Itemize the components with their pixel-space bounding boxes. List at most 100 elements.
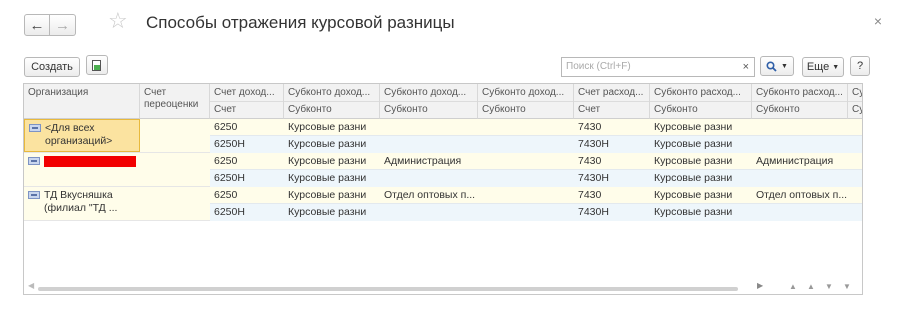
income-subconto-cell[interactable]: Курсовые разни <box>284 170 380 186</box>
column-header-label: Счет доход... <box>214 87 275 98</box>
expense-account-cell[interactable]: 7430Н <box>574 170 650 186</box>
column-header-expense-subconto-2[interactable]: Субконто расход... Субконто <box>752 84 848 119</box>
star-icon[interactable]: ☆ <box>108 10 128 32</box>
column-header-income-account[interactable]: Счет доход... Счет <box>210 84 284 119</box>
column-header-label: Организация <box>28 87 89 98</box>
organization-name: ТД Вкусняшка <box>44 189 113 201</box>
organization-name: <Для всех <box>45 122 95 134</box>
scroll-right-arrow-icon[interactable]: ▶ <box>757 281 763 290</box>
chevron-down-icon: ▼ <box>781 62 788 70</box>
close-icon[interactable]: × <box>874 13 882 29</box>
expense-account-cell[interactable]: 7430Н <box>574 204 650 220</box>
income-subconto-cell[interactable] <box>478 119 574 135</box>
expense-subconto-cell[interactable]: Курсовые разни <box>650 204 752 220</box>
column-header-label: Счет <box>144 87 167 98</box>
column-header-label: Субконто доход... <box>482 87 565 98</box>
column-header-label: Субконто <box>288 104 332 115</box>
table-row[interactable]: 6250 Курсовые разни Администрация 7430 К… <box>24 153 862 187</box>
data-table: Организация Счет переоценки Счет доход..… <box>23 83 863 295</box>
organization-name-cont: организаций> <box>45 135 113 147</box>
column-header-expense-subconto-3[interactable]: Су Су <box>848 84 862 119</box>
expense-subconto-cell[interactable]: Курсовые разни <box>650 170 752 186</box>
expense-account-cell[interactable]: 7430Н <box>574 136 650 152</box>
organization-icon <box>29 124 41 132</box>
history-navigation: ← → <box>24 14 76 36</box>
expense-subconto-cell[interactable]: Курсовые разни <box>650 119 752 135</box>
income-account-cell[interactable]: 6250Н <box>210 170 284 186</box>
income-subconto-cell[interactable]: Курсовые разни <box>284 153 380 169</box>
more-label: Еще <box>806 61 830 73</box>
back-button[interactable]: ← <box>24 14 50 36</box>
column-header-expense-account[interactable]: Счет расход... Счет <box>574 84 650 119</box>
table-row[interactable]: ТД Вкусняшка (филиал "ТД ... 6250 Курсов… <box>24 187 862 221</box>
expense-subconto-cell[interactable]: Курсовые разни <box>650 136 752 152</box>
column-header-label: Субконто <box>384 104 428 115</box>
column-header-label: Субконто расход... <box>654 87 741 98</box>
column-header-label: Счет расход... <box>578 87 644 98</box>
help-button[interactable]: ? <box>850 56 870 76</box>
column-header-label: Субконто <box>654 104 698 115</box>
redacted-organization-name <box>44 155 136 167</box>
column-header-label: Субконто <box>482 104 526 115</box>
go-to-first-icon[interactable]: ▲ <box>786 281 800 293</box>
page-title: Способы отражения курсовой разницы <box>146 13 455 32</box>
income-subconto-cell[interactable]: Курсовые разни <box>284 119 380 135</box>
page-up-icon[interactable]: ▲ <box>804 281 818 293</box>
expense-subconto-cell[interactable]: Отдел оптовых п... <box>752 187 848 203</box>
income-account-cell[interactable]: 6250 <box>210 119 284 135</box>
table-row[interactable]: <Для всех организаций> 6250 Курсовые раз… <box>24 119 862 153</box>
forward-button[interactable]: → <box>50 14 76 36</box>
column-header-income-subconto-2[interactable]: Субконто доход... Субконто <box>380 84 478 119</box>
organization-icon <box>28 157 40 165</box>
column-header-organization[interactable]: Организация <box>24 84 140 119</box>
search-placeholder: Поиск (Ctrl+F) <box>566 61 631 72</box>
scroll-left-arrow-icon[interactable]: ◀ <box>28 281 34 290</box>
more-button[interactable]: Еще ▼ <box>802 57 844 77</box>
income-account-cell[interactable]: 6250Н <box>210 204 284 220</box>
copy-document-button[interactable] <box>86 55 108 75</box>
column-header-label: Субконто доход... <box>384 87 467 98</box>
column-header-label: Субконто <box>756 104 800 115</box>
column-header-income-subconto-1[interactable]: Субконто доход... Субконто <box>284 84 380 119</box>
clear-search-icon[interactable]: × <box>743 58 749 76</box>
column-header-label: Су <box>852 87 862 98</box>
arrow-left-icon: ← <box>29 16 45 34</box>
expense-account-cell[interactable]: 7430 <box>574 187 650 203</box>
column-header-expense-subconto-1[interactable]: Субконто расход... Субконто <box>650 84 752 119</box>
income-account-cell[interactable]: 6250 <box>210 187 284 203</box>
create-button[interactable]: Создать <box>24 57 80 77</box>
expense-subconto-cell[interactable]: Администрация <box>752 153 848 169</box>
expense-account-cell[interactable]: 7430 <box>574 119 650 135</box>
expense-subconto-cell[interactable] <box>752 119 848 135</box>
income-subconto-cell[interactable] <box>380 119 478 135</box>
organization-name-cont: (филиал "ТД ... <box>44 202 118 214</box>
column-header-label: Счет <box>578 104 601 115</box>
chevron-down-icon: ▼ <box>832 63 840 71</box>
income-account-cell[interactable]: 6250 <box>210 153 284 169</box>
expense-subconto-cell[interactable]: Курсовые разни <box>650 187 752 203</box>
column-header-label: переоценки <box>144 99 199 110</box>
column-header-revaluation-account[interactable]: Счет переоценки <box>140 84 210 119</box>
income-subconto-cell[interactable]: Курсовые разни <box>284 204 380 220</box>
search-button[interactable]: ▼ <box>760 56 794 76</box>
income-account-cell[interactable]: 6250Н <box>210 136 284 152</box>
organization-cell[interactable]: ТД Вкусняшка (филиал "ТД ... <box>24 187 140 220</box>
expense-subconto-cell[interactable]: Курсовые разни <box>650 153 752 169</box>
horizontal-scrollbar[interactable] <box>38 287 738 291</box>
document-icon <box>92 59 101 71</box>
column-header-income-subconto-3[interactable]: Субконто доход... Субконто <box>478 84 574 119</box>
go-to-last-icon[interactable]: ▼ <box>840 281 854 293</box>
organization-cell[interactable] <box>24 153 140 186</box>
search-input[interactable]: Поиск (Ctrl+F) × <box>561 57 755 77</box>
column-header-label: Субконто доход... <box>288 87 371 98</box>
income-subconto-cell[interactable]: Отдел оптовых п... <box>380 187 478 203</box>
expense-account-cell[interactable]: 7430 <box>574 153 650 169</box>
search-icon <box>766 60 777 72</box>
column-header-label: Счет <box>214 104 237 115</box>
organization-icon <box>28 191 40 199</box>
income-subconto-cell[interactable]: Курсовые разни <box>284 187 380 203</box>
organization-cell[interactable]: <Для всех организаций> <box>24 119 140 152</box>
income-subconto-cell[interactable]: Курсовые разни <box>284 136 380 152</box>
income-subconto-cell[interactable]: Администрация <box>380 153 478 169</box>
page-down-icon[interactable]: ▼ <box>822 281 836 293</box>
